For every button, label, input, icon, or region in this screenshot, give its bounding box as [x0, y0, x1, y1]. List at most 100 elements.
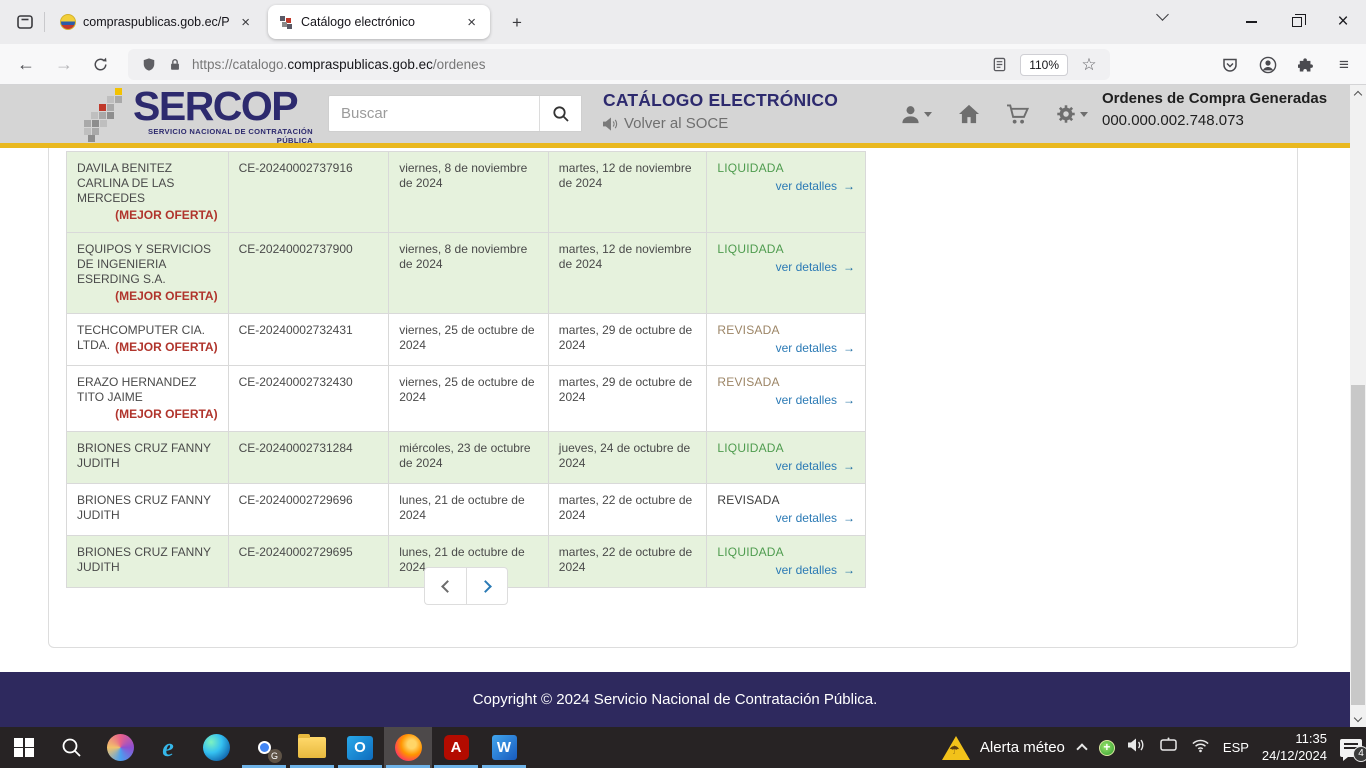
home-icon	[958, 104, 980, 124]
url-bar[interactable]: https://catalogo.compraspublicas.gob.ec/…	[128, 49, 1110, 80]
word-button[interactable]: W	[480, 727, 528, 768]
internet-explorer-button[interactable]: e	[144, 727, 192, 768]
ver-detalles-link[interactable]: ver detalles→	[717, 459, 855, 474]
weather-label: Alerta méteo	[980, 739, 1065, 756]
forward-button[interactable]: →	[48, 49, 80, 79]
provider-cell: ERAZO HERNANDEZ TITO JAIME (MEJOR OFERTA…	[67, 366, 229, 431]
ver-detalles-link[interactable]: ver detalles→	[717, 393, 855, 408]
toolbar-right-icons: ≡	[1214, 49, 1360, 80]
provider-cell: BRIONES CRUZ FANNY JUDITH	[67, 484, 229, 535]
close-window-button[interactable]: ×	[1320, 0, 1366, 44]
antivirus-tray-icon[interactable]	[1099, 740, 1115, 756]
zoom-level-button[interactable]: 110%	[1020, 54, 1068, 76]
page-scrollbar[interactable]	[1350, 85, 1366, 727]
close-tab-icon[interactable]: ×	[463, 13, 480, 32]
main-content: DAVILA BENITEZ CARLINA DE LAS MERCEDES (…	[0, 148, 1350, 672]
close-tab-icon[interactable]: ×	[237, 13, 254, 32]
minimize-button[interactable]	[1228, 0, 1274, 44]
reader-mode-icon[interactable]	[986, 52, 1012, 78]
orders-table: DAVILA BENITEZ CARLINA DE LAS MERCEDES (…	[66, 151, 866, 588]
status-cell: LIQUIDADA ver detalles→	[707, 432, 865, 483]
status-badge: LIQUIDADA	[717, 545, 855, 560]
previous-page-button[interactable]	[424, 567, 466, 605]
ver-detalles-link[interactable]: ver detalles→	[717, 511, 855, 526]
logo-wordmark: SERCOP	[133, 86, 313, 126]
taskbar-search-button[interactable]	[48, 727, 96, 768]
tray-expand-chevron-icon[interactable]	[1076, 743, 1087, 754]
order-date: viernes, 8 de noviembre de 2024	[389, 152, 549, 232]
language-indicator[interactable]: ESP	[1223, 740, 1249, 755]
screen-cast-icon[interactable]	[1159, 737, 1178, 758]
bookmark-star-icon[interactable]: ☆	[1076, 52, 1102, 78]
sercop-logo-mark	[84, 88, 130, 140]
weather-alert-widget[interactable]: ☂ Alerta méteo	[942, 736, 1065, 760]
reload-button[interactable]	[84, 49, 116, 79]
volver-al-soce-link[interactable]: Volver al SOCE	[603, 115, 728, 132]
chrome-button[interactable]: G	[240, 727, 288, 768]
tab-catalogo-electronico[interactable]: Catálogo electrónico ×	[268, 5, 490, 39]
ver-detalles-link[interactable]: ver detalles→	[717, 260, 855, 275]
firefox-view-icon[interactable]	[10, 8, 40, 36]
list-all-tabs-icon[interactable]	[1158, 14, 1167, 19]
edge-button[interactable]	[192, 727, 240, 768]
restore-button[interactable]	[1274, 0, 1320, 44]
word-icon: W	[492, 735, 517, 760]
sercop-logo[interactable]: SERCOP SERVICIO NACIONAL DE CONTRATACIÓN…	[133, 86, 313, 145]
wifi-icon[interactable]	[1191, 738, 1210, 758]
outlook-button[interactable]: O	[336, 727, 384, 768]
tab-compraspublicas[interactable]: compraspublicas.gob.ec/Proce ×	[52, 6, 262, 38]
order-code: CE-20240002737900	[229, 233, 390, 313]
order-code: CE-20240002729696	[229, 484, 390, 535]
order-date: miércoles, 23 de octubre de 2024	[389, 432, 549, 483]
account-icon[interactable]	[1252, 50, 1284, 80]
order-code: CE-20240002737916	[229, 152, 390, 232]
review-date: martes, 12 de noviembre de 2024	[549, 233, 708, 313]
back-button[interactable]: ←	[10, 49, 42, 79]
cart-button[interactable]	[1006, 104, 1029, 125]
acrobat-button[interactable]: A	[432, 727, 480, 768]
scrollbar-thumb[interactable]	[1351, 385, 1365, 705]
orders-label: Ordenes de Compra Generadas	[1102, 90, 1327, 107]
orders-number: 000.000.002.748.073	[1102, 112, 1327, 129]
next-page-button[interactable]	[466, 567, 508, 605]
arrow-right-icon: →	[843, 459, 855, 473]
shield-icon[interactable]	[136, 52, 162, 78]
ver-detalles-link[interactable]: ver detalles→	[717, 179, 855, 194]
status-badge: LIQUIDADA	[717, 242, 855, 257]
notification-center-button[interactable]: 4	[1340, 739, 1362, 757]
menu-hamburger-icon[interactable]: ≡	[1328, 50, 1360, 80]
new-tab-button[interactable]: +	[504, 10, 530, 36]
clock[interactable]: 11:35 24/12/2024	[1262, 731, 1327, 765]
provider-cell: EQUIPOS Y SERVICIOS DE INGENIERIA ESERDI…	[67, 233, 229, 313]
file-explorer-button[interactable]	[288, 727, 336, 768]
status-badge: REVISADA	[717, 375, 855, 390]
user-menu-button[interactable]	[900, 104, 932, 124]
search-box	[328, 95, 582, 132]
firefox-button[interactable]	[384, 727, 432, 768]
lock-icon[interactable]	[162, 52, 188, 78]
scroll-down-arrow[interactable]	[1350, 711, 1366, 727]
tab-separator	[44, 12, 45, 32]
search-button[interactable]	[539, 96, 581, 131]
search-icon	[61, 737, 83, 759]
cart-icon	[1006, 104, 1029, 125]
best-offer-label: (MEJOR OFERTA)	[115, 407, 217, 422]
search-input[interactable]	[329, 96, 539, 131]
provider-cell: TECHCOMPUTER CIA. LTDA. (MEJOR OFERTA)	[67, 314, 229, 365]
start-button[interactable]	[0, 727, 48, 768]
ver-detalles-link[interactable]: ver detalles→	[717, 341, 855, 356]
tab-title: compraspublicas.gob.ec/Proce	[83, 15, 230, 29]
extensions-puzzle-icon[interactable]	[1290, 50, 1322, 80]
status-cell: REVISADA ver detalles→	[707, 366, 865, 431]
copilot-button[interactable]	[96, 727, 144, 768]
pocket-icon[interactable]	[1214, 50, 1246, 80]
order-row: DAVILA BENITEZ CARLINA DE LAS MERCEDES (…	[67, 152, 865, 233]
home-button[interactable]	[958, 104, 980, 124]
scroll-up-arrow[interactable]	[1350, 85, 1366, 101]
settings-menu-button[interactable]	[1055, 103, 1088, 125]
windows-taskbar: e G O A W ☂ Alerta méteo ESP 11:35 24/12…	[0, 727, 1366, 768]
volume-icon[interactable]	[1128, 737, 1146, 758]
review-date: martes, 29 de octubre de 2024	[549, 366, 708, 431]
order-row: BRIONES CRUZ FANNY JUDITH CE-20240002731…	[67, 432, 865, 484]
arrow-right-icon: →	[843, 341, 855, 355]
